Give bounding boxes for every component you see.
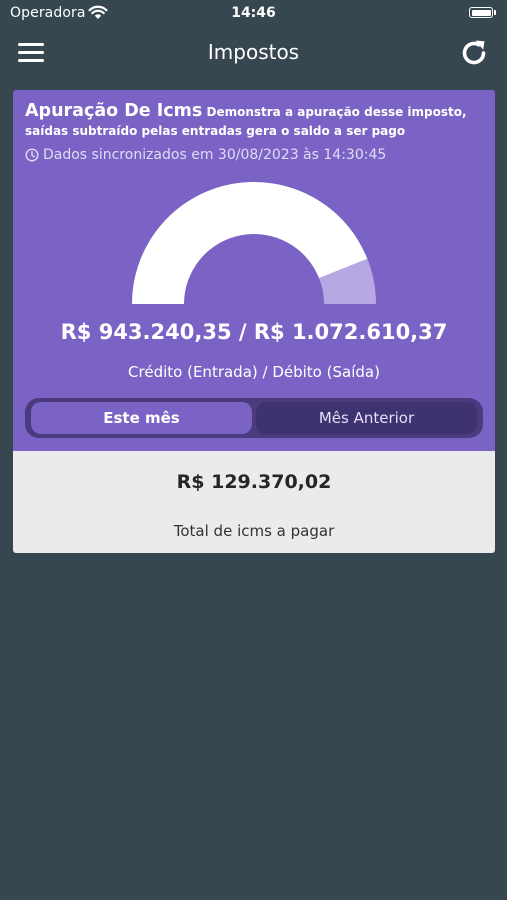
status-time: 14:46 xyxy=(231,5,276,21)
sync-info: Dados sincronizados em 30/08/2023 às 14:… xyxy=(25,147,386,163)
page-title: Impostos xyxy=(207,40,300,64)
icms-card: Apuração De Icms Demonstra a apuração de… xyxy=(13,90,495,553)
period-toggle: Este mês Mês Anterior xyxy=(25,398,483,438)
total-value: R$ 129.370,02 xyxy=(176,471,332,493)
amounts-label: Crédito (Entrada) / Débito (Saída) xyxy=(128,363,380,381)
card-heading: Apuração De Icms Demonstra a apuração de… xyxy=(25,102,487,141)
amounts-text: R$ 943.240,35 / R$ 1.072.610,37 xyxy=(60,320,448,344)
icms-total-panel: R$ 129.370,02 Total de icms a pagar xyxy=(13,451,495,553)
total-label: Total de icms a pagar xyxy=(173,522,335,540)
sync-text: Dados sincronizados em 30/08/2023 às 14:… xyxy=(43,147,387,163)
tab-este-mes[interactable]: Este mês xyxy=(31,402,252,434)
battery-icon xyxy=(469,7,496,18)
tab-mes-anterior[interactable]: Mês Anterior xyxy=(256,402,477,434)
icms-summary-panel: Apuração De Icms Demonstra a apuração de… xyxy=(13,90,495,451)
status-bar: Operadora 14:46 xyxy=(0,0,507,28)
app-bar: Impostos xyxy=(0,28,507,78)
icms-gauge xyxy=(132,182,376,304)
refresh-icon[interactable] xyxy=(459,38,489,68)
card-title: Apuração De Icms xyxy=(25,101,203,121)
clock-icon xyxy=(25,148,39,162)
